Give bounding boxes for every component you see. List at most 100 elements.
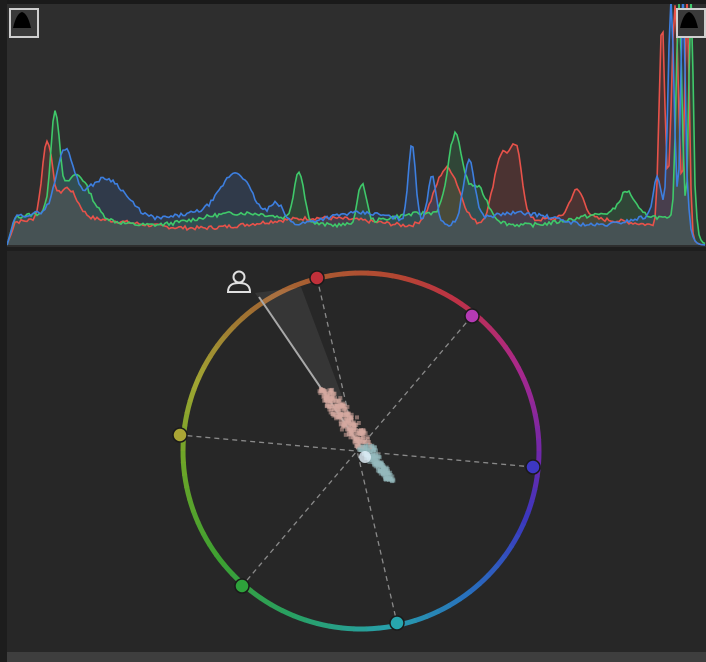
hue-ring-segment (269, 602, 285, 614)
hue-ring-segment (214, 552, 227, 568)
hue-ring-segment (525, 499, 535, 515)
hue-ring-segment (195, 520, 207, 536)
hue-ring-segment (391, 273, 407, 282)
hue-ring-segment (303, 617, 319, 627)
vectorscope-graph (172, 270, 542, 632)
distribution-pixel (323, 395, 328, 400)
distribution-pixel (325, 402, 330, 407)
hue-ring-segment (494, 554, 508, 569)
distribution-pixel (351, 435, 356, 440)
distribution-pixel (330, 387, 335, 392)
hue-ring-segment (477, 572, 491, 587)
distribution-pixel (376, 465, 380, 470)
hue-ring-segment (534, 425, 542, 441)
hue-ring-segment (486, 563, 500, 578)
target-blue-dot[interactable] (525, 459, 541, 475)
distribution-pixel (373, 452, 378, 457)
distribution-pixel (347, 425, 352, 430)
distribution-pixel (361, 444, 365, 449)
hue-ring-segment (478, 316, 492, 331)
color-distribution (317, 387, 396, 484)
hue-ring-segment (248, 588, 263, 601)
hue-ring-segment (196, 364, 207, 380)
hue-ring-segment (184, 485, 193, 501)
hue-ring-segment (201, 354, 213, 369)
hue-ring-segment (502, 543, 515, 559)
distribution-pixel (381, 471, 386, 476)
hue-ring-segment (437, 288, 453, 300)
hue-ring-segment (403, 275, 419, 285)
distribution-pixel (322, 389, 327, 394)
hue-ring-segment (367, 270, 382, 277)
target-magenta-dot[interactable] (464, 308, 480, 324)
hue-ring-segment (529, 487, 538, 503)
distribution-pixel (382, 474, 387, 479)
hue-ring-segment (293, 278, 309, 289)
distribution-pixel (354, 428, 359, 433)
hue-ring-segment (520, 511, 531, 526)
histogram-graph (7, 4, 706, 246)
distribution-pixel (341, 420, 346, 425)
distribution-pixel (375, 461, 380, 466)
distribution-pixel (386, 472, 391, 477)
shadow-clipping-button[interactable] (9, 8, 39, 38)
hue-ring-segment (457, 589, 473, 602)
distribution-pixel (337, 398, 341, 403)
distribution-pixel (371, 460, 376, 465)
histogram-panel[interactable] (7, 4, 706, 247)
highlight-clipping-button[interactable] (676, 8, 706, 38)
hue-ring-segment (222, 324, 236, 339)
distribution-pixel (345, 411, 350, 416)
distribution-pixel (360, 431, 365, 436)
hue-ring-segment (415, 279, 431, 289)
hue-ring-segment (425, 608, 441, 619)
hue-ring-segment (315, 620, 331, 629)
hue-ring-segment (487, 325, 501, 340)
hue-ring-segment (413, 613, 429, 624)
hue-ring-segment (240, 307, 255, 321)
hue-ring-segment (328, 623, 343, 631)
horizontal-scrollbar[interactable] (7, 652, 706, 662)
hue-ring-segment (342, 270, 357, 277)
distribution-pixel (347, 431, 352, 436)
hue-ring-segment (467, 581, 482, 595)
distribution-center (359, 451, 371, 463)
distribution-pixel (340, 403, 344, 408)
hue-ring-segment (184, 399, 193, 415)
hue-ring-segment (182, 473, 190, 489)
hue-ring-segment (291, 613, 307, 623)
target-cyan-dot[interactable] (389, 615, 405, 631)
distribution-pixel (337, 414, 342, 419)
distribution-pixel (374, 448, 378, 453)
hue-ring-segment (191, 376, 202, 391)
hue-ring-segment (214, 333, 228, 348)
hue-ring-segment (249, 300, 265, 313)
hue-ring-segment (182, 411, 190, 427)
vectorscope-panel[interactable] (7, 251, 706, 652)
hue-ring-segment (379, 271, 394, 279)
hue-ring-segment (187, 387, 197, 403)
hue-ring-segment (448, 294, 464, 307)
hue-ring-segment (207, 542, 220, 558)
distribution-pixel (357, 447, 362, 452)
hue-ring-segment (509, 533, 521, 548)
hue-ring-segment (200, 532, 213, 547)
hue-ring-segment (280, 608, 296, 619)
hue-ring-segment (515, 366, 527, 382)
highlight-clipping-icon (680, 12, 698, 28)
hue-ring-segment (187, 497, 197, 513)
hue-ring-segment (447, 596, 462, 609)
hue-ring-segment (521, 377, 532, 393)
distribution-pixel (369, 444, 374, 449)
person-icon[interactable] (226, 270, 252, 293)
distribution-pixel (389, 476, 394, 481)
target-green-dot[interactable] (234, 578, 250, 594)
target-yellow-dot[interactable] (172, 427, 188, 443)
distribution-pixel (317, 389, 322, 394)
target-red-dot[interactable] (309, 270, 325, 286)
hue-ring-segment (365, 625, 380, 632)
hue-ring-segment (329, 271, 345, 279)
axis-line (241, 315, 473, 587)
hue-ring-segment (221, 562, 235, 577)
hue-ring-segment (515, 522, 526, 538)
